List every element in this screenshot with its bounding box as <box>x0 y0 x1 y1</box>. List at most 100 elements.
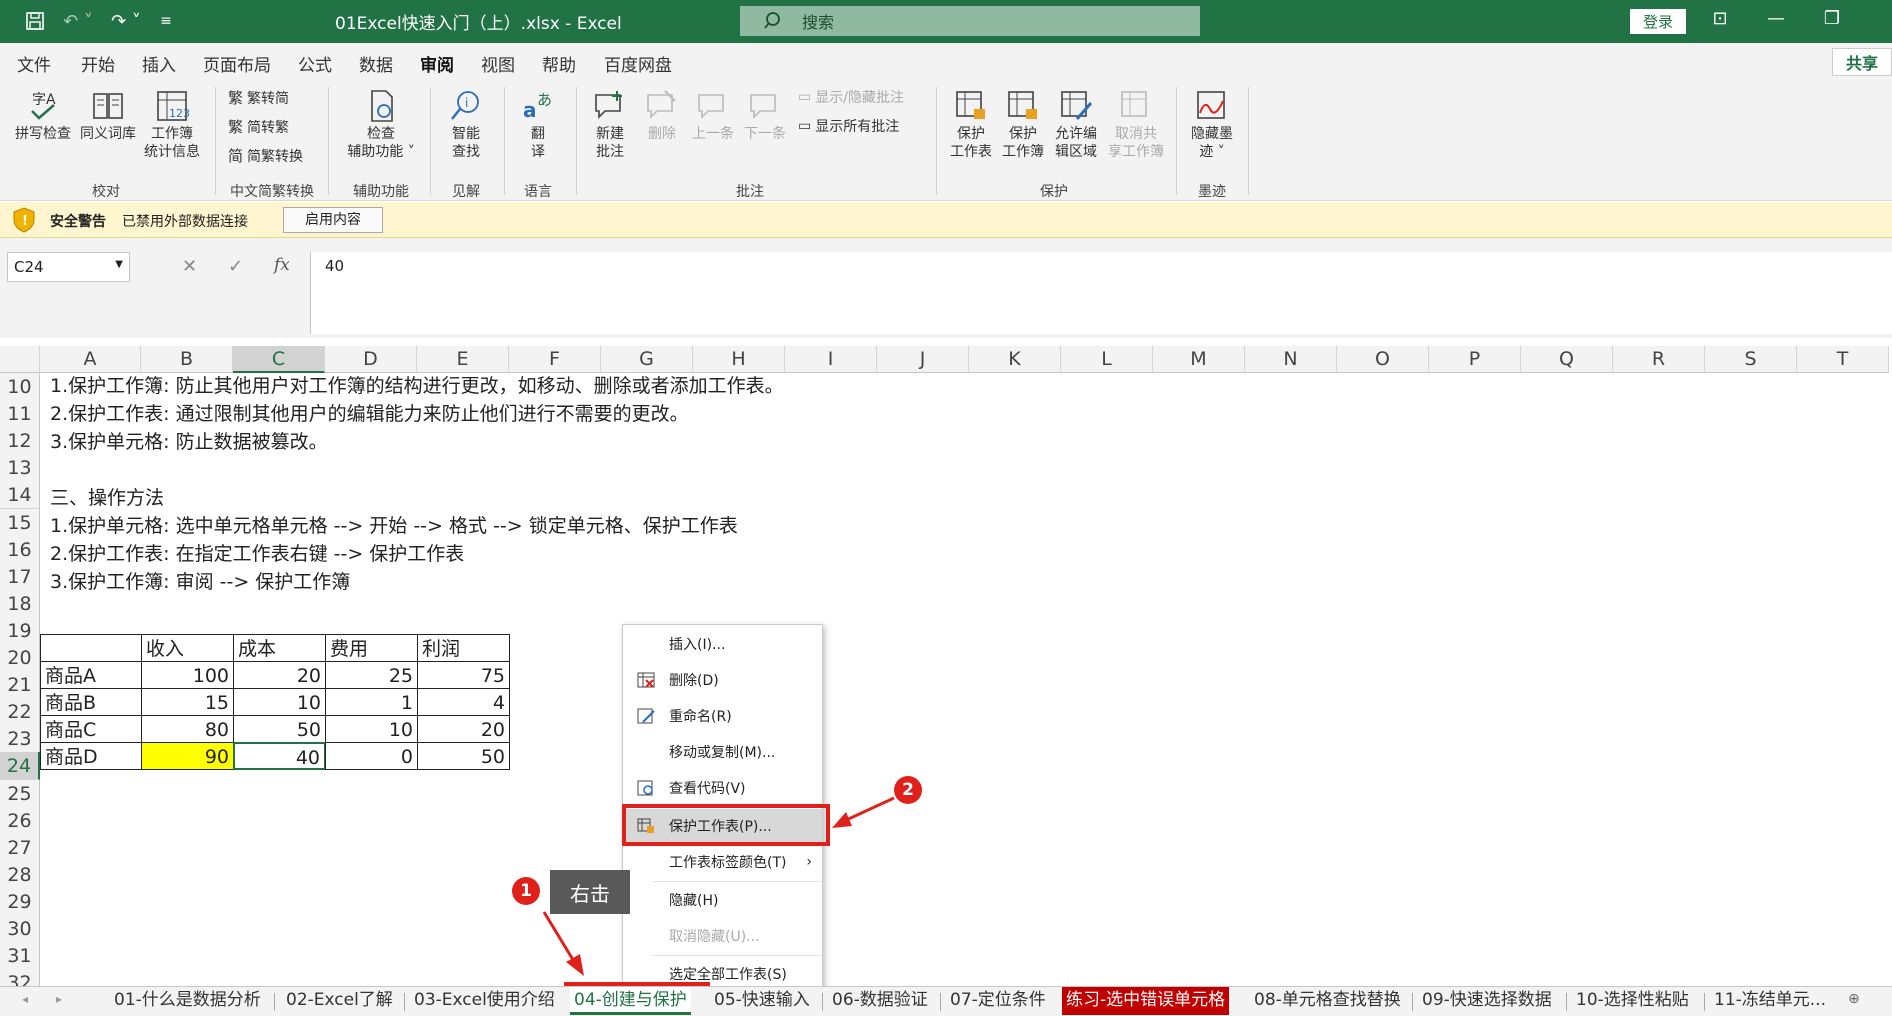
sheet-tab[interactable]: 11-冻结单元... <box>1710 987 1830 1015</box>
table-row-label[interactable]: 商品D <box>40 742 142 770</box>
column-header-b[interactable]: B <box>141 346 233 373</box>
table-cell[interactable]: 25 <box>325 661 418 689</box>
row-header-22[interactable]: 22 <box>0 698 40 727</box>
row-header-18[interactable]: 18 <box>0 589 40 618</box>
ribbon-display-icon[interactable]: ⊡ <box>1706 8 1734 34</box>
column-header-j[interactable]: J <box>877 346 969 373</box>
table-cell[interactable]: 50 <box>417 742 510 770</box>
menu-view-code[interactable]: 查看代码(V) <box>623 771 822 805</box>
search-box[interactable]: 搜索 <box>740 6 1200 36</box>
menu-delete[interactable]: 删除(D) <box>623 663 822 697</box>
column-header-m[interactable]: M <box>1153 346 1245 373</box>
row-header-30[interactable]: 30 <box>0 915 40 943</box>
row-header-21[interactable]: 21 <box>0 671 40 700</box>
tab-help[interactable]: 帮助 <box>542 51 576 76</box>
table-row-label[interactable]: 商品C <box>40 715 142 743</box>
column-header-q[interactable]: Q <box>1521 346 1613 373</box>
column-header-i[interactable]: I <box>785 346 877 373</box>
table-header[interactable]: 费用 <box>325 634 418 662</box>
menu-insert[interactable]: 插入(I)... <box>623 627 822 661</box>
column-header-r[interactable]: R <box>1613 346 1705 373</box>
column-header-n[interactable]: N <box>1245 346 1337 373</box>
table-cell[interactable]: 4 <box>417 688 510 716</box>
row-header-31[interactable]: 31 <box>0 942 40 971</box>
sheet-tab-colored[interactable]: 练习-选中错误单元格 <box>1062 987 1230 1015</box>
trad-to-simp-button[interactable]: 繁繁转简 <box>228 87 289 108</box>
redo-icon[interactable]: ↷ ˅ <box>106 8 146 34</box>
tab-page-layout[interactable]: 页面布局 <box>203 51 271 76</box>
minimize-icon[interactable]: — <box>1762 8 1790 34</box>
column-header-f[interactable]: F <box>509 346 601 373</box>
workbook-statistics-button[interactable]: 123 工作簿 统计信息 <box>140 89 204 161</box>
new-comment-button[interactable]: 新建 批注 <box>586 89 634 161</box>
more-tabs-icon[interactable]: ⊕ <box>1848 991 1860 1007</box>
sheet-tab[interactable]: 03-Excel使用介绍 <box>410 987 559 1015</box>
sheet-tab-active[interactable]: 04-创建与保护 <box>570 987 691 1015</box>
enable-content-button[interactable]: 启用内容 <box>283 207 383 233</box>
table-row-label[interactable]: 商品A <box>40 661 142 689</box>
column-header-e[interactable]: E <box>417 346 509 373</box>
enter-icon[interactable]: ✓ <box>228 256 243 277</box>
hide-ink-button[interactable]: 隐藏墨迹 ˅ <box>1184 89 1240 161</box>
select-all-corner[interactable] <box>0 346 40 373</box>
share-button[interactable]: 共享 <box>1832 48 1892 76</box>
table-cell[interactable]: 50 <box>233 715 326 743</box>
allow-edit-ranges-button[interactable]: 允许编 辑区域 <box>1050 89 1102 161</box>
column-header-h[interactable]: H <box>693 346 785 373</box>
row-header-15[interactable]: 15 <box>0 508 40 537</box>
row-header-23[interactable]: 23 <box>0 725 40 754</box>
insert-function-icon[interactable]: fx <box>274 255 290 275</box>
check-accessibility-button[interactable]: 检查 辅助功能 ˅ <box>338 89 424 161</box>
row-header-12[interactable]: 12 <box>0 427 40 456</box>
table-cell[interactable]: 10 <box>233 688 326 716</box>
column-header-l[interactable]: L <box>1061 346 1153 373</box>
column-header-a[interactable]: A <box>40 346 141 373</box>
column-header-k[interactable]: K <box>969 346 1061 373</box>
formula-input[interactable]: 40 <box>310 252 1892 334</box>
show-all-comments-button[interactable]: ▭ 显示所有批注 <box>798 116 899 136</box>
table-cell[interactable]: 0 <box>325 742 418 770</box>
column-header-s[interactable]: S <box>1705 346 1797 373</box>
show-hide-comment-button[interactable]: ▭ 显示/隐藏批注 <box>798 87 904 107</box>
table-cell[interactable]: 20 <box>233 661 326 689</box>
simp-to-trad-button[interactable]: 繁简转繁 <box>228 116 289 137</box>
column-header-p[interactable]: P <box>1429 346 1521 373</box>
row-header-16[interactable]: 16 <box>0 535 40 564</box>
sheet-tab[interactable]: 02-Excel了解 <box>282 987 397 1015</box>
table-header[interactable]: 利润 <box>417 634 510 662</box>
menu-hide[interactable]: 隐藏(H) <box>623 883 822 917</box>
save-icon[interactable] <box>22 8 48 34</box>
tab-home[interactable]: 开始 <box>81 51 115 76</box>
tab-view[interactable]: 视图 <box>481 51 515 76</box>
table-cell[interactable]: 100 <box>141 661 234 689</box>
row-header-11[interactable]: 11 <box>0 400 40 429</box>
table-corner[interactable] <box>40 634 142 662</box>
tab-formulas[interactable]: 公式 <box>298 51 332 76</box>
protect-workbook-button[interactable]: 保护 工作簿 <box>998 89 1048 161</box>
tab-baidu-netdisk[interactable]: 百度网盘 <box>604 51 672 76</box>
delete-comment-button[interactable]: 删除 <box>640 89 684 143</box>
smart-lookup-button[interactable]: i 智能 查找 <box>440 89 492 161</box>
row-header-20[interactable]: 20 <box>0 644 40 672</box>
row-header-10[interactable]: 10 <box>0 373 40 401</box>
table-row-label[interactable]: 商品B <box>40 688 142 716</box>
sheet-tab[interactable]: 06-数据验证 <box>828 987 932 1015</box>
spell-check-button[interactable]: 字A 拼写检查 <box>10 89 76 143</box>
sheet-tab[interactable]: 09-快速选择数据 <box>1418 987 1556 1015</box>
row-header-14[interactable]: 14 <box>0 481 40 510</box>
table-header[interactable]: 成本 <box>233 634 326 662</box>
menu-move-copy[interactable]: 移动或复制(M)... <box>623 735 822 769</box>
table-header[interactable]: 收入 <box>141 634 234 662</box>
column-header-d[interactable]: D <box>325 346 417 373</box>
scroll-right-icon[interactable]: ▸ <box>56 992 62 1006</box>
table-cell[interactable]: 75 <box>417 661 510 689</box>
tab-data[interactable]: 数据 <box>359 51 393 76</box>
tab-insert[interactable]: 插入 <box>142 51 176 76</box>
cancel-icon[interactable]: ✕ <box>182 256 197 277</box>
thesaurus-button[interactable]: 同义词库 <box>76 89 140 143</box>
row-header-28[interactable]: 28 <box>0 860 40 889</box>
restore-icon[interactable]: ❐ <box>1818 8 1846 34</box>
chinese-conversion-button[interactable]: 简简繁转换 <box>228 145 303 166</box>
undo-icon[interactable]: ↶ ˅ <box>58 8 98 34</box>
table-cell[interactable]: 1 <box>325 688 418 716</box>
